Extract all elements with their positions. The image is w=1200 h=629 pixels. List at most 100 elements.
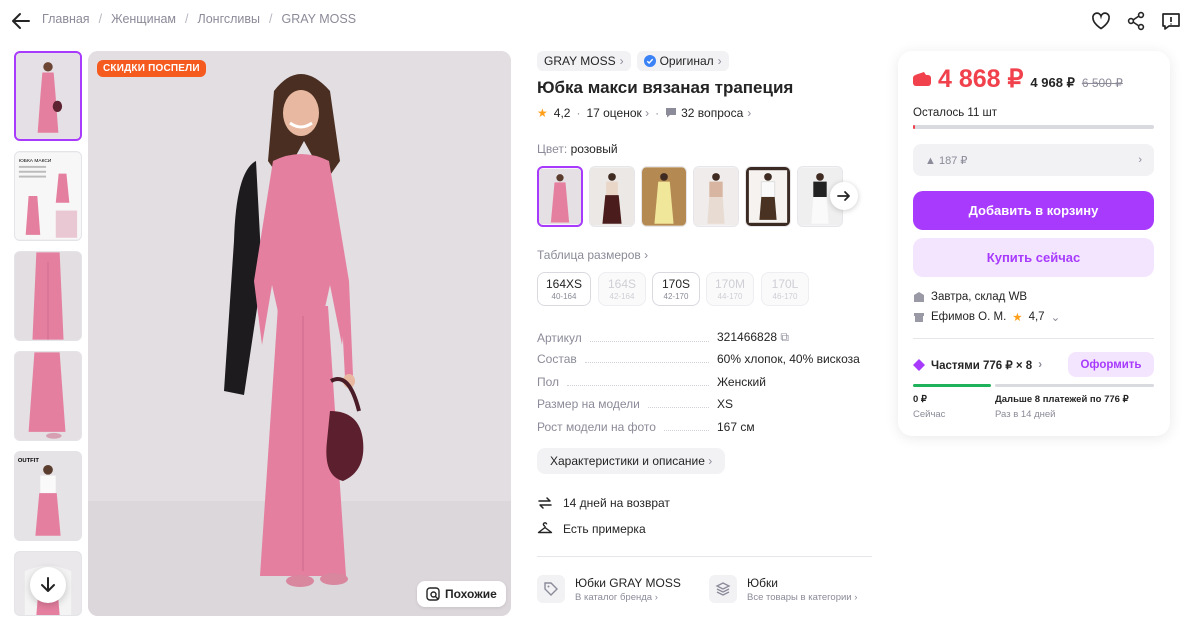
seller-info[interactable]: Ефимов О. М. ★ 4,7 ⌄ — [913, 310, 1060, 324]
verified-icon — [643, 55, 656, 67]
brand-link-title: Юбки GRAY MOSS — [575, 575, 681, 590]
size-sub: 42-164 — [609, 292, 635, 301]
share-icon[interactable] — [1125, 10, 1147, 32]
reviews-link[interactable]: 17 оценок › — [586, 106, 649, 120]
size-table-link[interactable]: Таблица размеров › — [537, 248, 648, 262]
hanger-icon — [537, 522, 553, 534]
installments-button[interactable]: Оформить — [1068, 352, 1154, 377]
main-product-photo[interactable] — [88, 51, 511, 616]
wallet-icon — [913, 72, 931, 86]
details-button[interactable]: Характеристики и описание › — [537, 448, 726, 474]
reviews-count: 17 оценок — [586, 106, 642, 120]
color-value: розовый — [570, 142, 618, 156]
current-price: 4 868 ₽ — [938, 65, 1024, 93]
installments-row[interactable]: Частями 776 ₽ × 8 › — [913, 358, 1042, 372]
size-label: 164S — [607, 277, 637, 291]
size-option[interactable]: 170S 42-170 — [652, 272, 700, 306]
spec-row: Рост модели на фото 167 см — [537, 420, 867, 434]
spec-value: 60% хлопок, 40% вискоза — [717, 352, 860, 366]
installments-icon — [913, 359, 925, 371]
old-price: 6 500 ₽ — [1081, 76, 1123, 90]
comment-icon — [666, 108, 677, 118]
installment-now: 0 ₽ Сейчас — [913, 394, 945, 420]
gallery-thumbnail[interactable]: ЮБКА МАКСИ — [14, 151, 82, 241]
spec-value: 167 см — [717, 420, 755, 434]
spec-key: Рост модели на фото — [537, 420, 656, 434]
spec-value: Женский — [717, 375, 766, 389]
chevron-right-icon: › — [1038, 359, 1043, 371]
swatches-next-button[interactable] — [830, 182, 858, 210]
spec-value: 321466828 ⧉ — [717, 330, 867, 345]
installments-text: Частями 776 ₽ × 8 — [931, 360, 1033, 372]
add-to-cart-button[interactable]: Добавить в корзину — [913, 191, 1154, 230]
seller-name: Ефимов О. М. — [931, 311, 1007, 323]
similar-search-icon — [426, 587, 440, 601]
breadcrumb-item[interactable]: Главная — [42, 12, 90, 26]
spec-key: Состав — [537, 352, 577, 366]
alt-price-row[interactable]: ▲ 187 ₽ › — [913, 144, 1154, 176]
original-chip[interactable]: Оригинал › — [636, 51, 729, 71]
installment-later: Дальше 8 платежей по 776 ₽ Раз в 14 дней — [995, 394, 1129, 420]
report-icon[interactable] — [1160, 10, 1182, 32]
star-icon: ★ — [537, 106, 548, 120]
now-amount: 0 ₽ — [913, 394, 927, 405]
size-option: 164S 42-164 — [598, 272, 646, 306]
color-swatch[interactable] — [537, 166, 583, 227]
outfit-label: OUTFIT — [18, 458, 39, 464]
return-info: 14 дней на возврат — [537, 495, 670, 511]
heart-icon[interactable] — [1090, 10, 1112, 32]
star-icon: ★ — [1012, 312, 1023, 324]
product-chips: GRAY MOSS › Оригинал › — [537, 51, 729, 71]
category-link[interactable]: Юбки Все товары в категории › — [709, 575, 857, 603]
delivery-text: Завтра, склад WB — [931, 291, 1028, 303]
brand-link-sub: В каталог бренда — [575, 591, 653, 603]
breadcrumb-item[interactable]: Лонгсливы — [198, 12, 261, 26]
breadcrumb-item[interactable]: GRAY MOSS — [282, 12, 357, 26]
now-label: Сейчас — [913, 409, 946, 420]
chevron-right-icon: › — [717, 54, 722, 68]
header-actions — [1090, 10, 1182, 32]
brand-catalog-link[interactable]: Юбки GRAY MOSS В каталог бренда › — [537, 575, 681, 603]
original-label: Оригинал — [659, 54, 714, 68]
buy-now-button[interactable]: Купить сейчас — [913, 238, 1154, 277]
questions-link[interactable]: 32 вопроса › — [665, 106, 751, 120]
size-option[interactable]: 164XS 40-164 — [537, 272, 591, 306]
spec-dots — [647, 407, 709, 408]
spec-key: Размер на модели — [537, 397, 640, 411]
rating-row: ★ 4,2 · 17 оценок › · 32 вопроса › — [537, 106, 751, 120]
spec-row: Артикул 321466828 ⧉ — [537, 330, 867, 345]
chevron-right-icon: › — [619, 54, 624, 68]
color-swatch[interactable] — [745, 166, 791, 227]
spec-value: XS — [717, 397, 734, 411]
color-swatch[interactable] — [693, 166, 739, 227]
fitting-text: Есть примерка — [563, 522, 646, 536]
back-arrow-icon[interactable] — [10, 10, 32, 32]
gallery-thumbnail[interactable]: OUTFIT — [14, 451, 82, 541]
similar-button[interactable]: Похожие — [417, 581, 506, 607]
breadcrumb-separator: / — [185, 12, 189, 26]
breadcrumb-item[interactable]: Женщинам — [111, 12, 176, 26]
stock-bar — [913, 125, 1154, 129]
brand-chip[interactable]: GRAY MOSS › — [537, 51, 631, 71]
spec-dots — [567, 385, 709, 386]
gallery-thumbnail[interactable] — [14, 251, 82, 341]
color-caption: Цвет: — [537, 142, 568, 156]
stock-text: Осталось 11 шт — [913, 107, 998, 119]
promo-badge: СКИДКИ ПОСПЕЛИ — [97, 60, 206, 77]
color-swatch[interactable] — [589, 166, 635, 227]
spec-dots — [589, 341, 709, 342]
size-label: 170S — [661, 277, 691, 291]
copy-icon[interactable]: ⧉ — [780, 330, 789, 344]
scroll-down-button[interactable] — [30, 567, 66, 603]
color-swatch[interactable] — [641, 166, 687, 227]
breadcrumb-separator: / — [269, 12, 273, 26]
category-link-title: Юбки — [747, 575, 778, 590]
divider — [913, 338, 1154, 339]
size-option: 170L 46-170 — [761, 272, 809, 306]
gallery-thumbnail[interactable] — [14, 351, 82, 441]
size-table-label: Таблица размеров — [537, 248, 641, 262]
delivery-info: Завтра, склад WB — [913, 291, 1027, 303]
gallery-thumbnail[interactable] — [14, 51, 82, 141]
dot-separator: · — [576, 106, 581, 120]
size-label: 170L — [771, 277, 799, 291]
